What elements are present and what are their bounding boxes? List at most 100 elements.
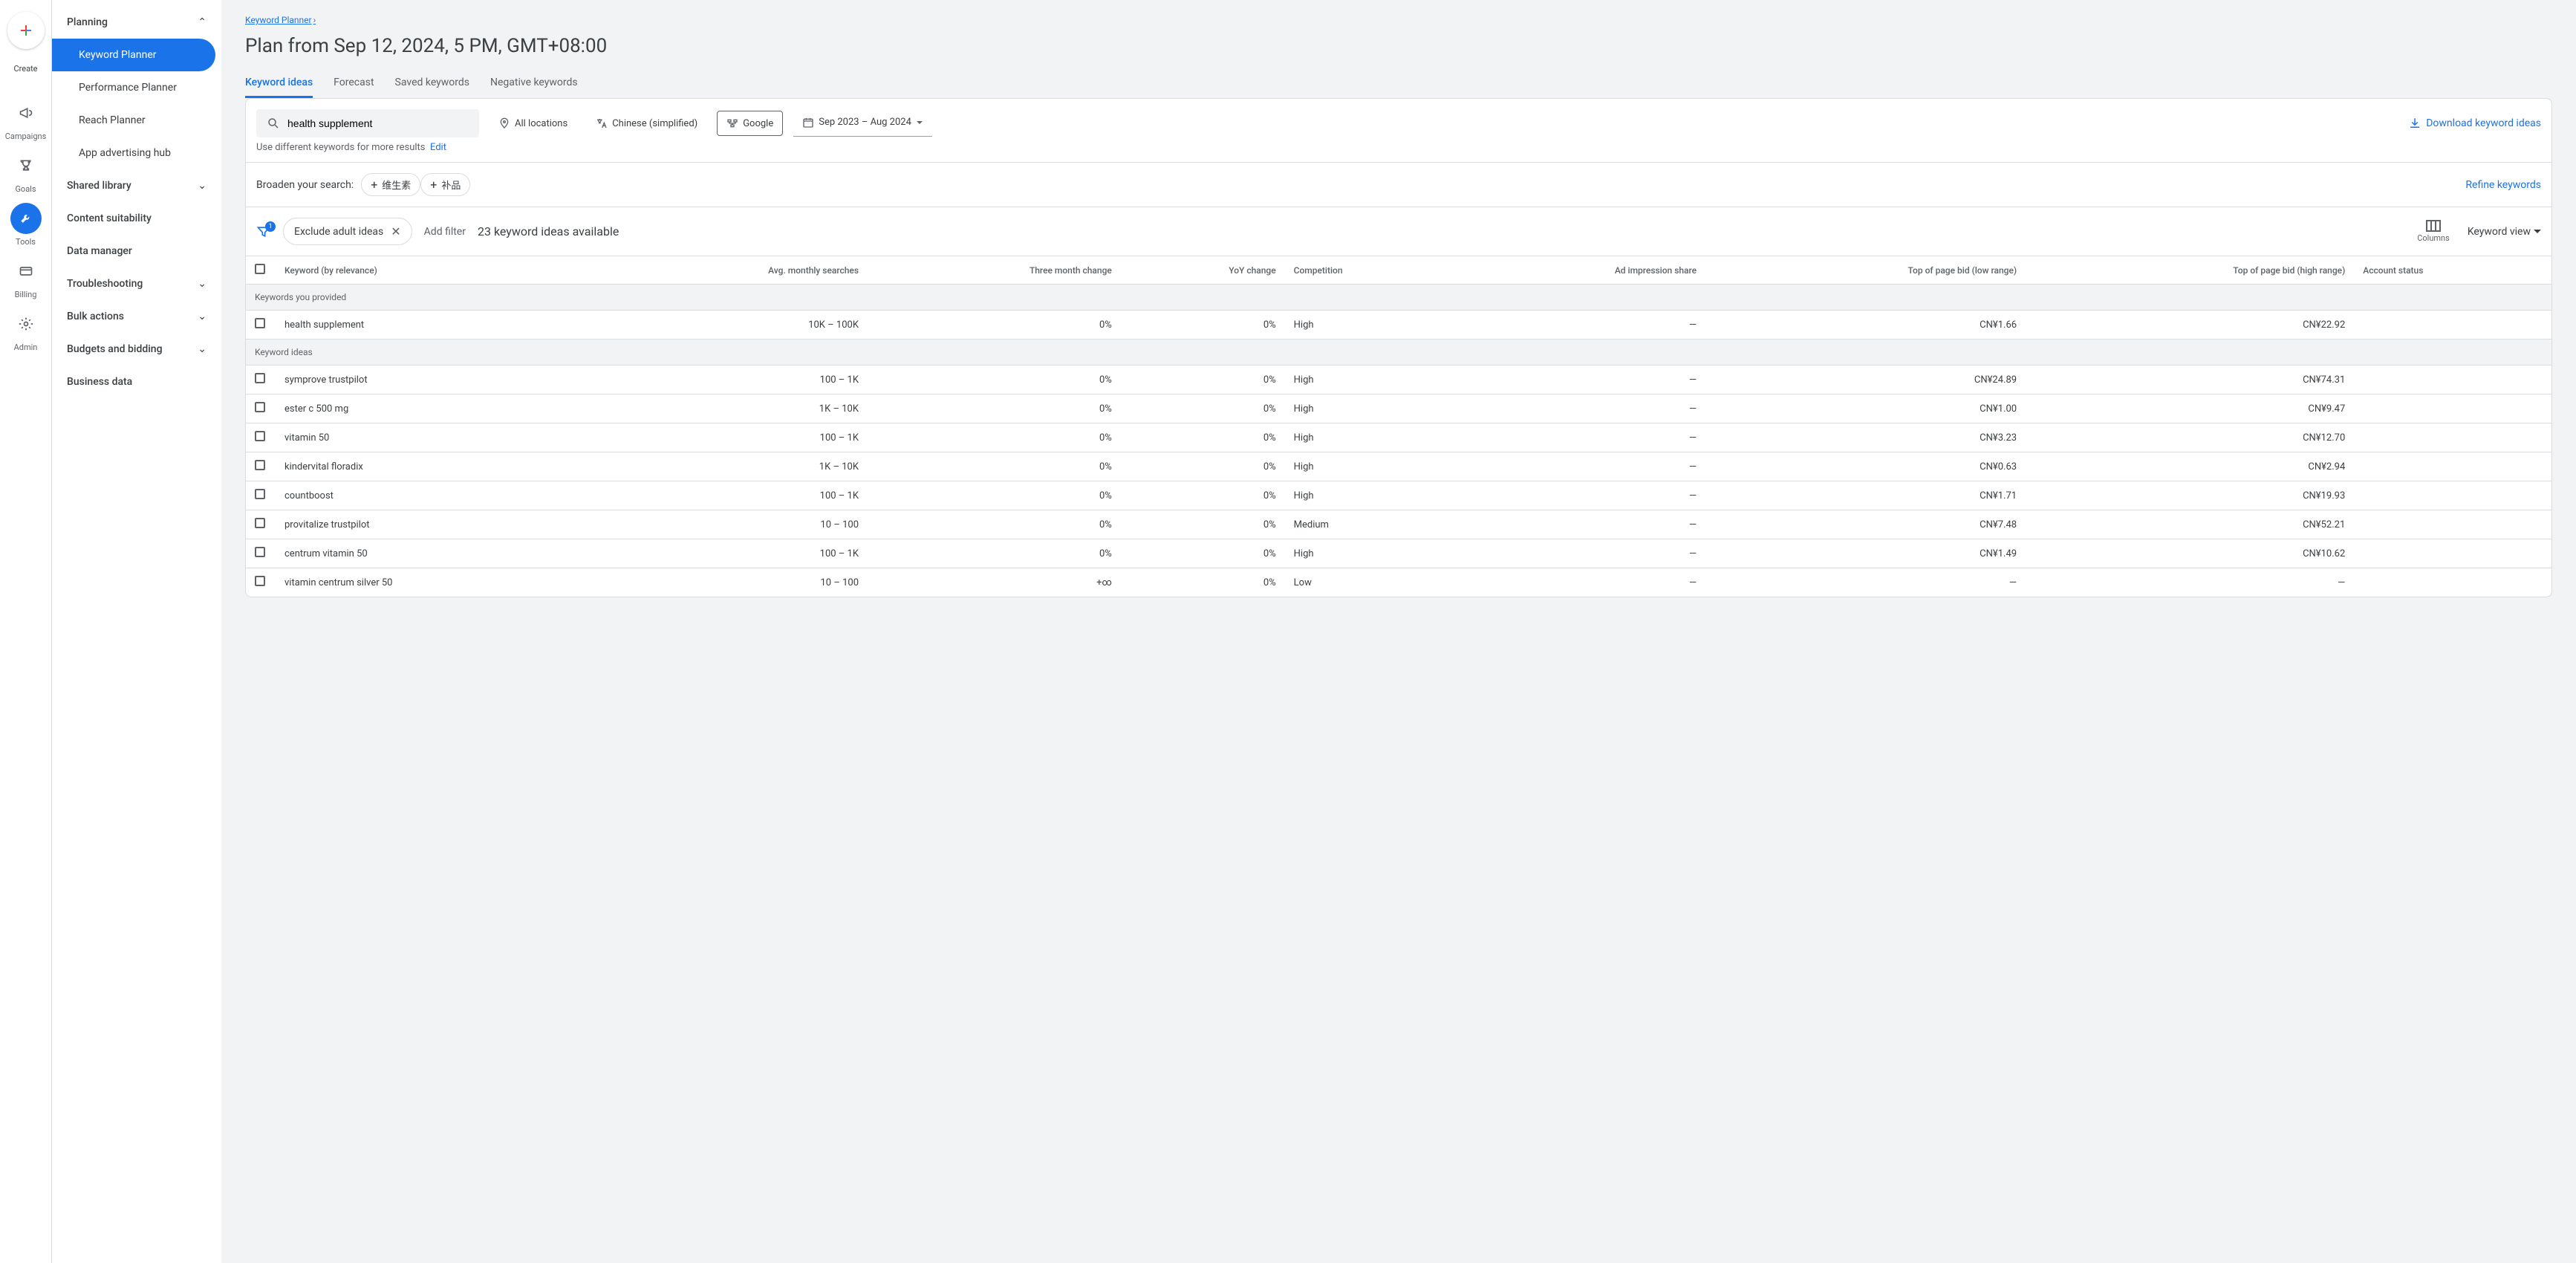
language-filter[interactable]: Chinese (simplified) — [587, 111, 706, 135]
table-row[interactable]: countboost 100 – 1K 0% 0% High — CN¥1.71… — [246, 481, 2551, 510]
gear-icon — [10, 308, 42, 340]
download-link[interactable]: Download keyword ideas — [2408, 117, 2541, 130]
tabs: Keyword ideas Forecast Saved keywords Negat… — [245, 69, 2552, 98]
megaphone-icon — [10, 97, 42, 129]
broaden-label: Broaden your search: — [256, 179, 354, 191]
sidebar-item-performance-planner[interactable]: Performance Planner — [52, 71, 221, 104]
date-range-filter[interactable]: Sep 2023 – Aug 2024 — [793, 111, 932, 137]
table-row[interactable]: health supplement 10K – 100K 0% 0% High … — [246, 311, 2551, 340]
table-row[interactable]: vitamin 50 100 – 1K 0% 0% High — CN¥3.23… — [246, 423, 2551, 452]
left-rail: Create Campaigns Goals Tools Billing Admin — [0, 0, 52, 1263]
keyword-view-button[interactable]: Keyword view — [2468, 226, 2541, 238]
search-input[interactable] — [287, 117, 469, 129]
pin-icon — [498, 117, 510, 129]
table-row[interactable]: symprove trustpilot 100 – 1K 0% 0% High … — [246, 366, 2551, 395]
filter-icon-button[interactable]: 1 — [256, 224, 271, 239]
calendar-icon — [802, 117, 814, 129]
ideas-count: 23 keyword ideas available — [478, 224, 619, 238]
col-high[interactable]: Top of page bid (high range) — [2026, 256, 2354, 285]
search-input-wrap[interactable] — [256, 109, 479, 137]
row-checkbox[interactable] — [255, 460, 265, 470]
network-icon — [726, 117, 738, 129]
row-checkbox[interactable] — [255, 547, 265, 557]
chevron-down-icon: ⌄ — [198, 311, 206, 322]
toolbar-row: 1 Exclude adult ideas ✕ Add filter 23 ke… — [246, 207, 2551, 256]
sidebar-section-shared-library[interactable]: Shared library⌄ — [52, 169, 221, 202]
col-yoy[interactable]: YoY change — [1121, 256, 1285, 285]
keywords-table: Keyword (by relevance) Avg. monthly sear… — [246, 256, 2551, 597]
chevron-up-icon: ⌃ — [198, 16, 206, 28]
sidebar-section-data-manager[interactable]: Data manager — [52, 235, 221, 267]
translate-icon — [596, 117, 608, 129]
col-ais[interactable]: Ad impression share — [1454, 256, 1705, 285]
sidebar-section-business-data[interactable]: Business data — [52, 366, 221, 398]
table-row[interactable]: vitamin centrum silver 50 10 – 100 +∞ 0%… — [246, 568, 2551, 597]
sidebar-item-keyword-planner[interactable]: Keyword Planner — [52, 39, 215, 71]
tab-forecast[interactable]: Forecast — [334, 69, 374, 98]
breadcrumb[interactable]: Keyword Planner› — [245, 15, 316, 25]
close-icon[interactable]: ✕ — [391, 224, 400, 238]
col-avg[interactable]: Avg. monthly searches — [593, 256, 868, 285]
sidebar-section-troubleshooting[interactable]: Troubleshooting⌄ — [52, 267, 221, 300]
download-icon — [2408, 117, 2421, 130]
col-acct[interactable]: Account status — [2354, 256, 2551, 285]
sidebar-section-budgets-and-bidding[interactable]: Budgets and bidding⌄ — [52, 333, 221, 366]
add-filter-button[interactable]: Add filter — [424, 226, 466, 238]
col-keyword[interactable]: Keyword (by relevance) — [276, 256, 593, 285]
col-tmc[interactable]: Three month change — [868, 256, 1121, 285]
filters-row: All locations Chinese (simplified) Googl… — [246, 99, 2551, 142]
exclude-adult-chip[interactable]: Exclude adult ideas ✕ — [283, 218, 412, 245]
broaden-chip[interactable]: +补品 — [420, 173, 470, 196]
sidebar-item-app-advertising-hub[interactable]: App advertising hub — [52, 137, 221, 169]
create-button[interactable] — [7, 12, 45, 49]
sidebar-section-planning[interactable]: Planning⌃ — [52, 6, 221, 39]
row-checkbox[interactable] — [255, 373, 265, 383]
location-filter[interactable]: All locations — [489, 111, 576, 135]
results-card: All locations Chinese (simplified) Googl… — [245, 98, 2552, 597]
col-low[interactable]: Top of page bid (low range) — [1705, 256, 2026, 285]
columns-button[interactable]: Columns — [2417, 220, 2450, 243]
chevron-right-icon: › — [313, 15, 316, 25]
rail-item-admin[interactable]: Admin — [5, 308, 47, 352]
select-all-checkbox[interactable] — [255, 264, 265, 274]
table-row[interactable]: centrum vitamin 50 100 – 1K 0% 0% High —… — [246, 539, 2551, 568]
tab-keyword-ideas[interactable]: Keyword ideas — [245, 69, 313, 98]
rail-item-goals[interactable]: Goals — [5, 150, 47, 194]
search-icon — [267, 117, 280, 130]
rail-item-tools[interactable]: Tools — [5, 203, 47, 247]
card-icon — [10, 256, 42, 287]
table-section-header: Keyword ideas — [246, 340, 2551, 366]
tab-negative-keywords[interactable]: Negative keywords — [490, 69, 578, 98]
row-checkbox[interactable] — [255, 576, 265, 586]
row-checkbox[interactable] — [255, 318, 265, 328]
tab-saved-keywords[interactable]: Saved keywords — [395, 69, 469, 98]
rail-item-billing[interactable]: Billing — [5, 256, 47, 299]
chevron-down-icon: ⌄ — [198, 343, 206, 355]
filter-badge: 1 — [265, 221, 276, 232]
plus-icon — [17, 22, 35, 39]
sidebar-section-content-suitability[interactable]: Content suitability — [52, 202, 221, 235]
broaden-chip[interactable]: +维生素 — [361, 173, 420, 196]
main-content: Keyword Planner› Plan from Sep 12, 2024,… — [221, 0, 2576, 1263]
columns-icon — [2426, 220, 2441, 232]
hint-row: Use different keywords for more results … — [246, 142, 2551, 162]
rail-item-campaigns[interactable]: Campaigns — [5, 97, 47, 141]
sidebar-section-bulk-actions[interactable]: Bulk actions⌄ — [52, 300, 221, 333]
row-checkbox[interactable] — [255, 518, 265, 528]
create-label: Create — [13, 64, 37, 74]
row-checkbox[interactable] — [255, 431, 265, 441]
row-checkbox[interactable] — [255, 489, 265, 499]
sidebar-item-reach-planner[interactable]: Reach Planner — [52, 104, 221, 137]
page-title: Plan from Sep 12, 2024, 5 PM, GMT+08:00 — [245, 35, 2552, 57]
col-comp[interactable]: Competition — [1285, 256, 1454, 285]
row-checkbox[interactable] — [255, 402, 265, 412]
wrench-icon — [10, 203, 42, 234]
table-row[interactable]: ester c 500 mg 1K – 10K 0% 0% High — CN¥… — [246, 395, 2551, 423]
broaden-row: Broaden your search: +维生素+补品 Refine keyw… — [246, 162, 2551, 207]
network-filter[interactable]: Google — [717, 111, 783, 136]
refine-link[interactable]: Refine keywords — [2465, 179, 2541, 191]
edit-link[interactable]: Edit — [430, 142, 446, 153]
table-row[interactable]: kindervital floradix 1K – 10K 0% 0% High… — [246, 452, 2551, 481]
table-row[interactable]: provitalize trustpilot 10 – 100 0% 0% Me… — [246, 510, 2551, 539]
sidebar: Planning⌃Keyword PlannerPerformance Plan… — [52, 0, 221, 1263]
